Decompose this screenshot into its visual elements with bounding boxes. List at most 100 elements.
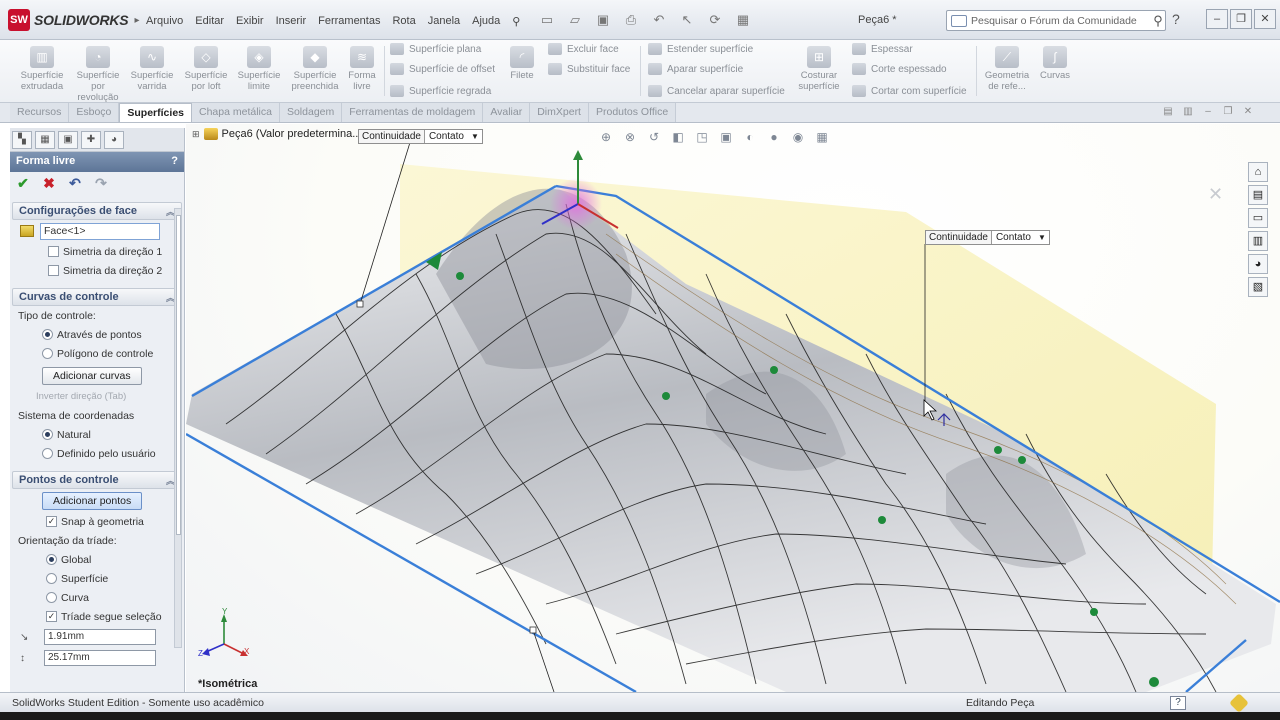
feature-tree-icon[interactable]: ▚ — [12, 131, 32, 149]
thickened-cut-button[interactable]: Corte espessado — [852, 60, 947, 78]
dimxpert-icon[interactable]: ✚ — [81, 131, 101, 149]
continuity-callout-1[interactable]: Continuidade Contato ▼ — [358, 129, 483, 144]
close-icon[interactable]: ✕ — [1254, 9, 1276, 29]
symmetry-dir1-checkbox[interactable] — [48, 246, 59, 257]
user-defined-option[interactable]: Definido pelo usuário — [12, 444, 182, 463]
restore-icon[interactable]: ❐ — [1230, 9, 1252, 29]
planar-surface-button[interactable]: Superfície plana — [390, 40, 481, 58]
minimize-doc-icon[interactable]: – — [1200, 106, 1216, 120]
triad-follow-row[interactable]: ✓ Tríade segue seleção — [12, 607, 182, 626]
through-points-option[interactable]: Através de pontos — [12, 325, 182, 344]
offset-surface-button[interactable]: Superfície de offset — [390, 60, 495, 78]
untrim-surface-button[interactable]: Cancelar aparar superfície — [648, 82, 785, 100]
control-points-header[interactable]: Pontos de controle ︽ — [12, 471, 182, 489]
tab-dimxpert[interactable]: DimXpert — [530, 103, 589, 122]
fillet-button[interactable]: ◜ Filete — [504, 44, 540, 100]
appearance-icon[interactable]: ● — [764, 129, 784, 145]
control-polygon-option[interactable]: Polígono de controle — [12, 344, 182, 363]
section-view-icon[interactable]: ◧ — [668, 129, 688, 145]
symmetry-dir2-checkbox[interactable] — [48, 265, 59, 276]
control-polygon-radio[interactable] — [42, 348, 53, 359]
trim-surface-button[interactable]: Aparar superfície — [648, 60, 743, 78]
view-orientation-icon[interactable]: ◳ — [692, 129, 712, 145]
tab-recursos[interactable]: Recursos — [10, 103, 70, 122]
custom-properties-icon[interactable]: ▧ — [1248, 277, 1268, 297]
tab-superficies[interactable]: Superfícies — [119, 103, 192, 122]
configuration-icon[interactable]: ▣ — [58, 131, 78, 149]
expand-plus-icon[interactable]: ⊞ — [192, 129, 200, 140]
minimize-icon[interactable]: – — [1206, 9, 1228, 29]
property-manager-icon[interactable]: ▦ — [35, 131, 55, 149]
file-explorer-icon[interactable]: ▭ — [1248, 208, 1268, 228]
display-style-icon[interactable]: ▣ — [716, 129, 736, 145]
snap-geometry-row[interactable]: ✓ Snap à geometria — [12, 512, 182, 531]
community-search[interactable]: Pesquisar o Fórum da Comunidade ⚲ — [946, 10, 1166, 31]
natural-option[interactable]: Natural — [12, 425, 182, 444]
triad-follow-checkbox[interactable]: ✓ — [46, 611, 57, 622]
reference-geometry-button[interactable]: ⟋ Geometria de refe... — [980, 44, 1034, 100]
global-radio[interactable] — [46, 554, 57, 565]
dropdown-arrow-icon[interactable]: ▼ — [1035, 233, 1049, 242]
symmetry-dir1-row[interactable]: Simetria da direção 1 — [12, 242, 182, 261]
replace-face-button[interactable]: Substituir face — [548, 60, 630, 78]
extruded-surface-button[interactable]: ▥ Superfície extrudada — [16, 44, 68, 100]
tab-chapa-metalica[interactable]: Chapa metálica — [192, 103, 280, 122]
surface-cut-button[interactable]: Cortar com superfície — [852, 82, 967, 100]
cancel-x-icon[interactable]: ✖ — [40, 174, 58, 192]
extend-surface-button[interactable]: Estender superfície — [648, 40, 753, 58]
help-icon[interactable]: ? — [171, 155, 178, 169]
continuity-callout-2[interactable]: Continuidade Contato ▼ — [925, 230, 1050, 245]
distance-input-1[interactable]: 1.91mm — [44, 629, 156, 645]
symmetry-dir2-row[interactable]: Simetria da direção 2 — [12, 261, 182, 280]
menu-inserir[interactable]: Inserir — [270, 13, 313, 30]
cascade-icon[interactable]: ▥ — [1180, 106, 1196, 120]
scene-icon[interactable]: ◉ — [788, 129, 808, 145]
menu-ajuda[interactable]: Ajuda — [466, 13, 506, 30]
home-icon[interactable]: ⌂ — [1248, 162, 1268, 182]
scrollbar-thumb[interactable] — [176, 215, 181, 535]
appearances-icon[interactable]: ◕ — [1248, 254, 1268, 274]
pin-icon[interactable]: ⚲ — [506, 13, 526, 30]
solidworks-logo[interactable]: SW SOLIDWORKS ▸ — [8, 8, 139, 32]
dropdown-arrow-icon[interactable]: ▼ — [468, 132, 482, 141]
swept-surface-button[interactable]: ∿ Superfície varrida — [126, 44, 178, 100]
surface-radio[interactable] — [46, 573, 57, 584]
undo-icon[interactable]: ↶ — [66, 174, 84, 192]
tab-soldagem[interactable]: Soldagem — [279, 103, 343, 122]
tab-esboco[interactable]: Esboço — [69, 103, 120, 122]
select-icon[interactable]: ↖ — [676, 10, 698, 30]
loft-surface-button[interactable]: ◇ Superfície por loft — [180, 44, 232, 100]
revolved-surface-button[interactable]: ◔ Superfície por revolução — [72, 44, 124, 103]
boundary-surface-button[interactable]: ◈ Superfície limite — [233, 44, 285, 100]
options-icon[interactable]: ▦ — [732, 10, 754, 30]
menu-exibir[interactable]: Exibir — [230, 13, 270, 30]
search-icon[interactable]: ⚲ — [1151, 13, 1165, 29]
new-file-icon[interactable]: ▭ — [536, 10, 558, 30]
ruled-surface-button[interactable]: Superfície regrada — [390, 82, 491, 100]
tile-icon[interactable]: ▤ — [1160, 106, 1176, 120]
print-icon[interactable]: ⎙ — [620, 10, 642, 30]
face-selection-box[interactable]: Face<1> — [40, 222, 160, 240]
surface-option[interactable]: Superfície — [12, 569, 182, 588]
ok-check-icon[interactable]: ✔ — [14, 174, 32, 192]
invert-direction-button[interactable]: Inverter direção (Tab) — [12, 387, 182, 406]
tag-icon[interactable] — [1229, 693, 1249, 713]
knit-surface-button[interactable]: ⊞ Costurar superfície — [794, 44, 844, 100]
display-manager-icon[interactable]: ◕ — [104, 131, 124, 149]
view-palette-icon[interactable]: ▥ — [1248, 231, 1268, 251]
menu-ferramentas[interactable]: Ferramentas — [312, 13, 386, 30]
redo-icon[interactable]: ↷ — [92, 174, 110, 192]
tab-produtos-office[interactable]: Produtos Office — [588, 103, 677, 122]
close-doc-icon[interactable]: ✕ — [1240, 106, 1256, 120]
snap-geometry-checkbox[interactable]: ✓ — [46, 516, 57, 527]
rebuild-icon[interactable]: ⟳ — [704, 10, 726, 30]
curve-option[interactable]: Curva — [12, 588, 182, 607]
tab-avaliar[interactable]: Avaliar — [483, 103, 531, 122]
graphics-area[interactable]: Y X Z ⊞ Peça6 (Valor predetermina... Con… — [186, 124, 1280, 692]
quick-tips-icon[interactable]: ? — [1170, 696, 1186, 710]
panel-scrollbar[interactable] — [174, 208, 182, 648]
design-library-icon[interactable]: ▤ — [1248, 185, 1268, 205]
natural-radio[interactable] — [42, 429, 53, 440]
view-settings-icon[interactable]: ▦ — [812, 129, 832, 145]
menu-janela[interactable]: Janela — [422, 13, 466, 30]
